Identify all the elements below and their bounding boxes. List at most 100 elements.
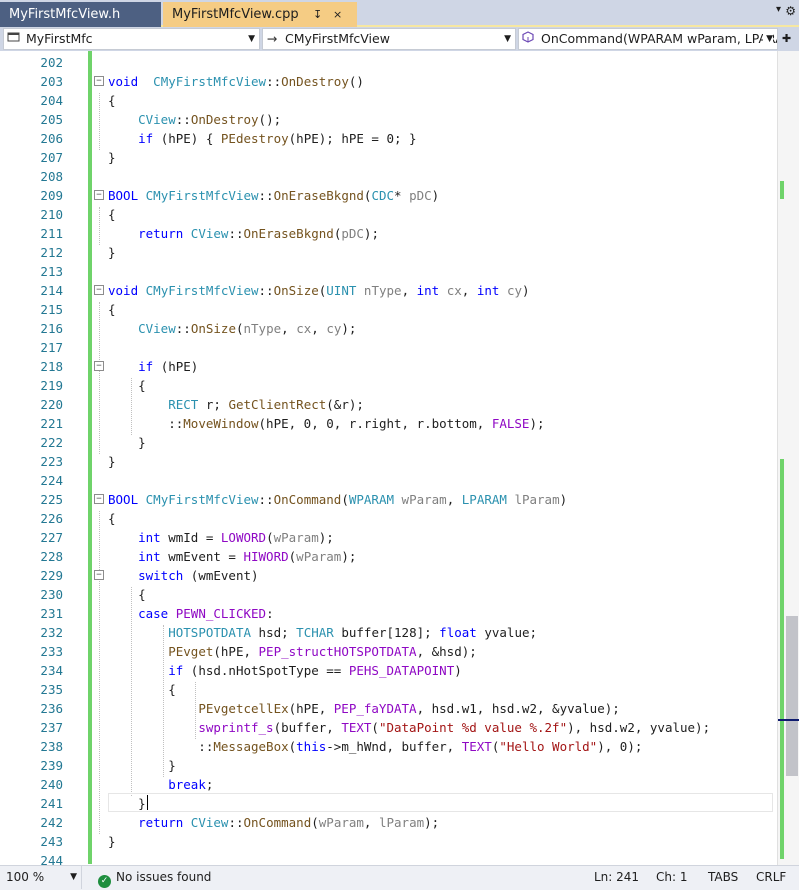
code-line[interactable]: void CMyFirstMfcView::OnSize(UINT nType,… [108,281,530,300]
code-token: swprintf_s [198,720,274,735]
code-token: wParam [296,549,342,564]
code-line[interactable]: PEvget(hPE, PEP_structHOTSPOTDATA, &hsd)… [108,642,477,661]
code-line[interactable]: { [108,205,116,224]
code-token: } [108,758,176,773]
code-line[interactable]: if (hsd.nHotSpotType == PEHS_DATAPOINT) [108,661,462,680]
code-line[interactable]: { [108,300,116,319]
code-line[interactable]: CView::OnSize(nType, cx, cy); [108,319,356,338]
code-line[interactable]: int wmEvent = HIWORD(wParam); [108,547,356,566]
code-line[interactable]: break; [108,775,213,794]
collapse-region-icon[interactable]: − [94,285,104,295]
tab-myfirstmfcview-cpp[interactable]: MyFirstMfcView.cpp ↧ × [163,2,357,27]
code-line[interactable]: { [108,91,116,110]
code-line[interactable]: return CView::OnCommand(wParam, lParam); [108,813,439,832]
split-window-icon[interactable]: ✚ [782,32,791,45]
code-editor[interactable]: 202 203 204 205 206 207 208 209 210 211 212 213 214 2… [0,51,799,865]
code-token: : [266,606,274,621]
line-number: 220 [40,397,63,412]
scrollbar-thumb[interactable] [786,616,798,776]
vertical-scrollbar[interactable] [777,51,799,865]
code-line[interactable]: { [108,680,176,699]
indent-mode[interactable]: TABS [708,866,738,889]
code-token: } [108,150,116,165]
code-line[interactable]: } [108,794,146,813]
code-token: (hPE) [153,359,199,374]
code-text[interactable]: void CMyFirstMfcView::OnDestroy(){ CView… [108,51,778,865]
code-line[interactable]: ::MoveWindow(hPE, 0, 0, r.right, r.botto… [108,414,544,433]
code-line[interactable]: swprintf_s(buffer, TEXT("DataPoint %d va… [108,718,710,737]
code-line[interactable]: RECT r; GetClientRect(&r); [108,395,364,414]
code-line[interactable]: } [108,452,116,471]
code-token: int [416,283,440,298]
code-token: if [138,131,154,146]
code-line[interactable]: HOTSPOTDATA hsd; TCHAR buffer[128]; floa… [108,623,537,642]
class-scope-name: CMyFirstMfcView [284,31,390,46]
code-line[interactable]: BOOL CMyFirstMfcView::OnCommand(WPARAM w… [108,490,567,509]
line-position[interactable]: Ln: 241 [594,866,639,889]
code-token: CView [138,321,176,336]
code-line[interactable]: } [108,832,116,851]
collapse-region-icon[interactable]: − [94,494,104,504]
code-line[interactable]: if (hPE) { PEdestroy(hPE); hPE = 0; } [108,129,417,148]
code-line[interactable]: BOOL CMyFirstMfcView::OnEraseBkgnd(CDC* … [108,186,439,205]
code-token: int [476,283,500,298]
code-line[interactable]: return CView::OnEraseBkgnd(pDC); [108,224,379,243]
code-token: (hPE); hPE = 0; } [288,131,417,146]
code-token: this [296,739,327,754]
code-token: ->m_hWnd, buffer, [326,739,462,754]
line-ending-mode[interactable]: CRLF [756,866,786,889]
code-line[interactable]: CView::OnDestroy(); [108,110,281,129]
code-token: buffer[128]; [333,625,440,640]
line-number: 239 [40,758,63,773]
settings-gear-icon[interactable]: ⚙ [785,4,796,18]
code-line[interactable]: { [108,585,146,604]
code-line[interactable]: switch (wmEvent) [108,566,258,585]
collapse-region-icon[interactable]: − [94,190,104,200]
code-line[interactable]: { [108,509,116,528]
code-line[interactable]: case PEWN_CLICKED: [108,604,274,623]
code-line[interactable]: PEvgetcellEx(hPE, PEP_faYDATA, hsd.w1, h… [108,699,619,718]
code-line[interactable]: } [108,756,176,775]
code-line[interactable]: } [108,433,146,452]
zoom-dropdown[interactable]: 100 % ▼ [0,866,82,889]
project-name: MyFirstMfc [25,31,93,46]
line-number: 240 [40,777,63,792]
collapse-region-icon[interactable]: − [94,570,104,580]
code-line[interactable]: ::MessageBox(this->m_hWnd, buffer, TEXT(… [108,737,642,756]
scrollbar-change-marker [780,459,784,859]
collapse-region-icon[interactable]: − [94,361,104,371]
code-line[interactable]: } [108,243,116,262]
navigation-bar: MyFirstMfc ▼ → CMyFirstMfcView ▼ OnComma… [0,27,799,51]
class-scope-dropdown[interactable]: → CMyFirstMfcView ▼ [262,28,516,50]
tab-myfirstmfcview-h[interactable]: MyFirstMfcView.h [0,2,161,27]
code-token: (hPE) { [153,131,221,146]
collapse-region-icon[interactable]: − [94,76,104,86]
code-token: nType [363,283,402,298]
code-token: ); [318,530,334,545]
code-token: OnEraseBkgnd [273,188,364,203]
code-token: ); [341,549,357,564]
code-token: wmEvent = [160,549,244,564]
tab-overflow-dropdown-icon[interactable]: ▾ [776,3,781,17]
code-line[interactable]: int wmId = LOWORD(wParam); [108,528,334,547]
close-tab-icon[interactable]: × [333,2,342,27]
code-line[interactable]: if (hPE) [108,357,198,376]
code-token: OnDestroy [281,74,349,89]
member-function-dropdown[interactable]: OnCommand(WPARAM wParam, LPARAM lParam) … [518,28,778,50]
code-token: "DataPoint %d value %.2f" [378,720,568,735]
code-line[interactable]: void CMyFirstMfcView::OnDestroy() [108,72,364,91]
pin-tab-icon[interactable]: ↧ [313,2,322,27]
code-token: PEvget [168,644,214,659]
code-token: :: [175,321,191,336]
code-token: cy [506,283,523,298]
code-token: CMyFirstMfcView [145,492,259,507]
code-line[interactable]: } [108,148,116,167]
code-line[interactable]: { [108,376,146,395]
line-number: 222 [40,435,63,450]
project-dropdown[interactable]: MyFirstMfc ▼ [3,28,260,50]
issues-indicator[interactable]: ✓ No issues found [98,866,211,889]
column-position[interactable]: Ch: 1 [656,866,687,889]
